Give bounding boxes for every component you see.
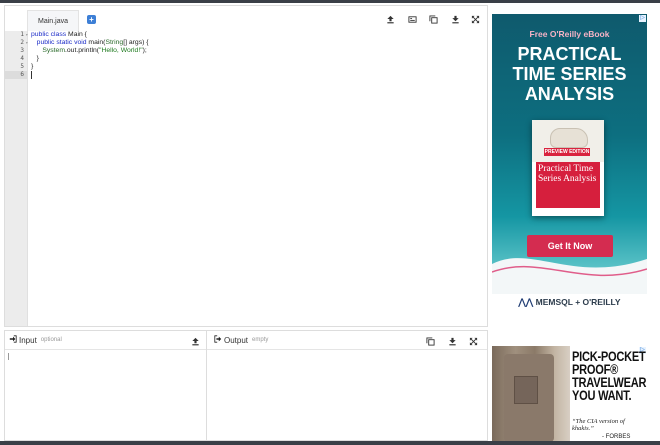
fold-arrow-icon[interactable]: ▾ — [26, 31, 28, 39]
ad2-headline: PICK-POCKET PROOF® TRAVELWEAR YOU WANT. — [572, 349, 647, 403]
memsql-logo-icon: ⋀⋀ — [518, 297, 536, 307]
code-line: System.out.println("Hello, World!"); — [42, 47, 147, 54]
code-line: public class Main { — [31, 31, 87, 38]
line-number: 1 ▾ — [20, 31, 28, 39]
sign-in-icon — [9, 335, 17, 345]
adchoices-icon[interactable]: ▷ — [639, 15, 646, 22]
download-output-icon[interactable] — [445, 334, 459, 348]
output-subtitle: empty — [252, 337, 269, 343]
output-title: Output empty — [214, 335, 268, 345]
add-file-button[interactable]: + — [87, 15, 96, 24]
khakis-photo — [492, 346, 570, 441]
line-number: 2 ▾ — [20, 39, 28, 47]
book-title: Practical Time Series Analysis — [538, 164, 597, 184]
code-line: public static void main(String[] args) { — [36, 39, 149, 46]
ad-footer: ⋀⋀ MEMSQL + O'REILLY — [518, 297, 621, 307]
expand-icon[interactable] — [468, 12, 482, 26]
code-editor-panel: Main.java + 1 ▾ 2 ▾ 3 4 5 6 public class M… — [4, 5, 488, 327]
bottom-border — [0, 441, 660, 445]
input-title: Input optional — [9, 335, 62, 345]
copy-icon[interactable] — [426, 12, 440, 26]
output-title-label: Output — [224, 335, 249, 345]
code-line-cursor — [31, 71, 481, 79]
travelwear-ad[interactable]: ▷ PICK-POCKET PROOF® TRAVELWEAR YOU WANT… — [492, 346, 647, 441]
line-number-gutter: 1 ▾ 2 ▾ 3 4 5 6 — [5, 31, 28, 326]
input-title-label: Input — [19, 335, 37, 345]
input-textarea[interactable] — [5, 350, 206, 440]
output-header: Output empty — [207, 331, 487, 350]
line-number: 4 — [20, 55, 24, 62]
code-text[interactable]: public class Main { public static void m… — [31, 31, 481, 79]
output-panel: Output empty — [206, 330, 488, 441]
tab-main-java[interactable]: Main.java — [27, 10, 79, 31]
download-icon[interactable] — [448, 12, 462, 26]
sign-out-icon — [214, 335, 222, 345]
code-line: } — [31, 63, 34, 70]
input-subtitle: optional — [40, 337, 62, 343]
line-number: 5 — [20, 63, 24, 70]
text-caret — [31, 71, 32, 79]
preview-badge: PREVIEW EDITION — [544, 148, 590, 156]
input-header: Input optional — [5, 331, 206, 350]
settings-icon[interactable] — [405, 12, 419, 26]
text-caret — [8, 353, 9, 360]
ad-headline: PRACTICAL TIME SERIES ANALYSIS — [512, 44, 627, 104]
cow-illustration — [550, 128, 588, 148]
editor-tab-bar: Main.java + — [5, 6, 487, 31]
ebook-ad[interactable]: ▷ Free O'Reilly eBook PRACTICAL TIME SER… — [492, 14, 647, 324]
book-cover: PREVIEW EDITION Practical Time Series An… — [532, 120, 604, 216]
line-number-active: 6 — [5, 71, 27, 79]
editor-area[interactable]: 1 ▾ 2 ▾ 3 4 5 6 public class Main { public… — [5, 31, 487, 326]
ad2-quote: “The CIA version of khakis.” — [572, 418, 625, 432]
expand-output-icon[interactable] — [466, 334, 480, 348]
line-number: 3 — [20, 47, 24, 54]
fold-arrow-icon[interactable]: ▾ — [26, 39, 28, 47]
get-it-now-button[interactable]: Get It Now — [527, 235, 613, 257]
upload-icon[interactable] — [383, 12, 397, 26]
upload-input-icon[interactable] — [188, 334, 202, 348]
ad2-attribution: - FORBES — [602, 434, 631, 440]
input-panel: Input optional — [4, 330, 207, 441]
code-line: } — [31, 55, 39, 62]
output-area — [207, 350, 487, 440]
ad-free-text: Free O'Reilly eBook — [529, 29, 610, 39]
copy-output-icon[interactable] — [423, 334, 437, 348]
top-border — [0, 0, 660, 3]
